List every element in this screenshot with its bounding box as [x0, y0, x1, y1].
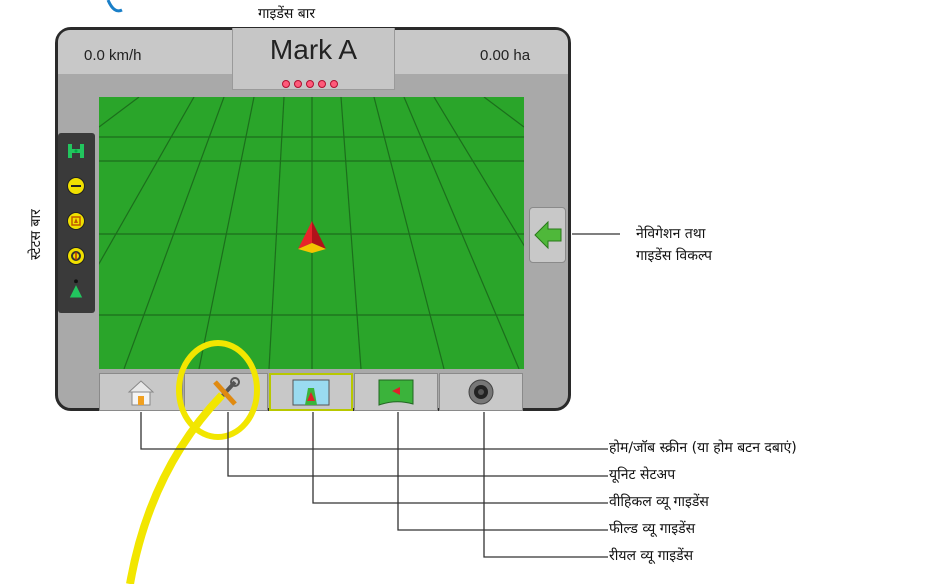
status-bar-callout: स्टेटस बार [27, 209, 44, 260]
real-view-callout: रीयल व्यू गाइडेंस [609, 548, 694, 564]
navigation-options-callout-line2: गाइडेंस विकल्प [636, 248, 712, 264]
callout-overlay [126, 233, 620, 584]
home-job-callout: होम/जॉब स्क्रीन (या होम बटन दबाएं) [609, 440, 797, 456]
unit-setup-callout: यूनिट सेटअप [609, 467, 676, 483]
navigation-options-callout-line1: नेविगेशन तथा [636, 226, 706, 242]
highlight-ring [176, 340, 260, 440]
vehicle-view-callout: वीहिकल व्यू गाइडेंस [609, 494, 709, 510]
field-view-callout: फील्ड व्यू गाइडेंस [609, 521, 696, 537]
highlight-arc [126, 392, 225, 584]
leader-lines [140, 233, 620, 558]
